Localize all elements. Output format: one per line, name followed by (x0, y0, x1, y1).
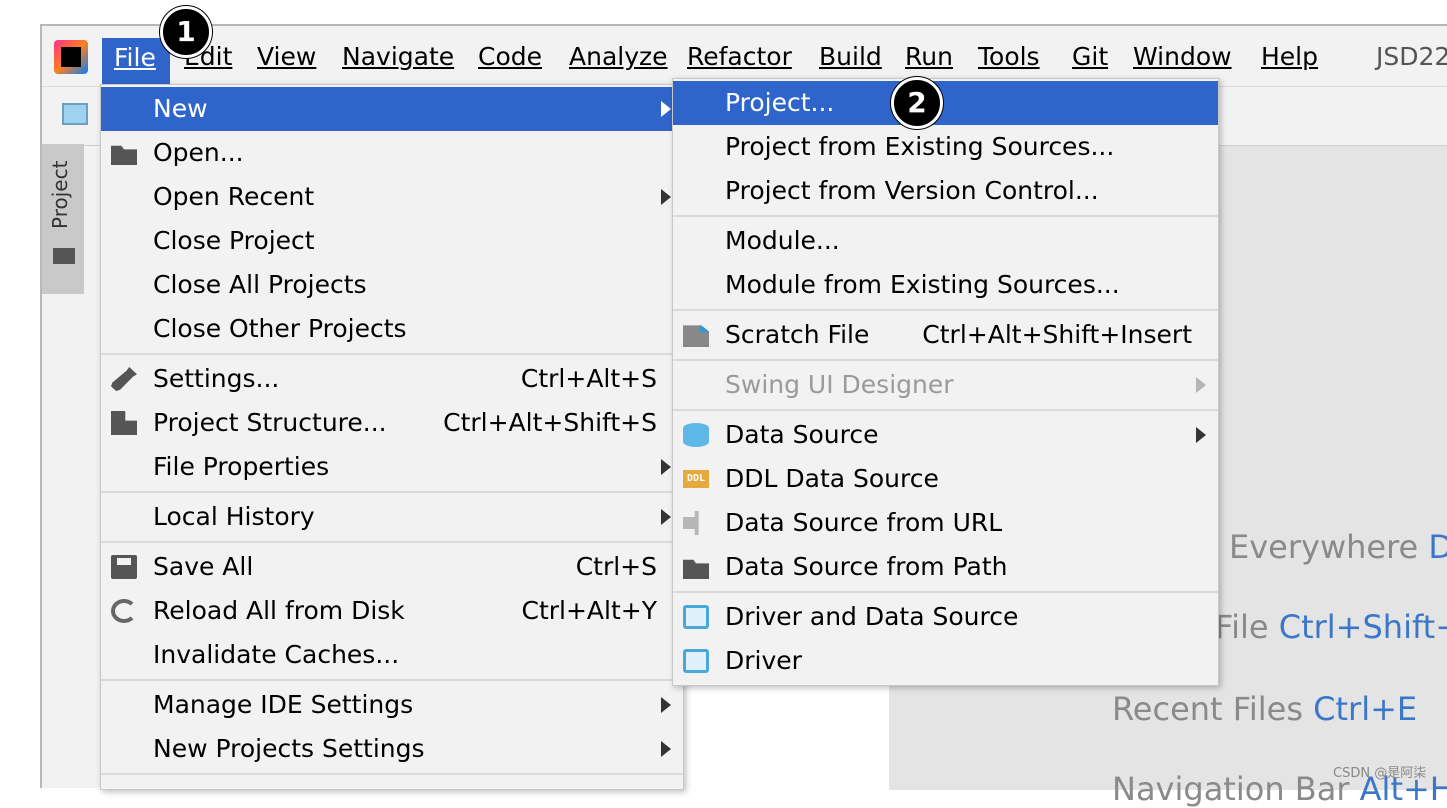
window-icon[interactable] (62, 103, 88, 125)
file-menu-open-recent[interactable]: Open Recent (101, 175, 683, 219)
folder-icon (53, 248, 75, 264)
menu-separator (101, 679, 683, 681)
menu-separator (673, 215, 1218, 217)
file-menu-new[interactable]: New (101, 87, 683, 131)
project-tool-window-stripe[interactable]: Project (42, 144, 84, 294)
menu-view[interactable]: View (257, 40, 316, 74)
menu-bar: File Edit View Navigate Code Analyze Ref… (42, 26, 1447, 86)
welcome-go-to-file: File Ctrl+Shift+ (1215, 608, 1447, 646)
new-menu-driver[interactable]: Driver (673, 639, 1218, 683)
submenu-arrow-icon (661, 741, 671, 757)
menu-window[interactable]: Window (1133, 40, 1232, 74)
submenu-arrow-icon (661, 189, 671, 205)
file-menu-settings[interactable]: Settings... Ctrl+Alt+S (101, 357, 683, 401)
new-menu-data-source-path[interactable]: Data Source from Path (673, 545, 1218, 589)
welcome-search-everywhere: Everywhere D (1229, 528, 1447, 566)
file-menu-reload-all[interactable]: Reload All from Disk Ctrl+Alt+Y (101, 589, 683, 633)
submenu-arrow-icon (661, 697, 671, 713)
file-menu: New Open... Open Recent Close Project Cl… (100, 84, 684, 790)
step-badge-2: 2 (891, 77, 943, 129)
watermark: CSDN @是阿柒 (1333, 766, 1427, 781)
project-structure-icon (111, 411, 137, 435)
file-menu-manage-ide-settings[interactable]: Manage IDE Settings (101, 683, 683, 727)
wrench-icon (111, 367, 137, 391)
new-menu-driver-and-data-source[interactable]: Driver and Data Source (673, 595, 1218, 639)
new-menu-scratch-file[interactable]: Scratch File Ctrl+Alt+Shift+Insert (673, 313, 1218, 357)
file-menu-invalidate-caches[interactable]: Invalidate Caches... (101, 633, 683, 677)
new-submenu: Project... Project from Existing Sources… (672, 78, 1219, 686)
plug-icon (683, 511, 699, 535)
menu-separator (101, 353, 683, 355)
file-menu-save-all[interactable]: Save All Ctrl+S (101, 545, 683, 589)
menu-separator (673, 359, 1218, 361)
menu-tools[interactable]: Tools (978, 40, 1040, 74)
new-menu-data-source[interactable]: Data Source (673, 413, 1218, 457)
new-menu-data-source-url[interactable]: Data Source from URL (673, 501, 1218, 545)
new-menu-ddl-data-source[interactable]: DDL DDL Data Source (673, 457, 1218, 501)
new-menu-project-version-control[interactable]: Project from Version Control... (673, 169, 1218, 213)
ddl-icon: DDL (683, 470, 709, 488)
file-menu-close-other-projects[interactable]: Close Other Projects (101, 307, 683, 351)
database-icon (683, 423, 709, 447)
menu-separator (101, 541, 683, 543)
new-menu-project-existing-sources[interactable]: Project from Existing Sources... (673, 125, 1218, 169)
menu-git[interactable]: Git (1072, 40, 1108, 74)
new-menu-project[interactable]: Project... (673, 81, 1218, 125)
new-menu-module-existing-sources[interactable]: Module from Existing Sources... (673, 263, 1218, 307)
menu-file[interactable]: File (102, 38, 170, 86)
welcome-recent-files: Recent Files Ctrl+E (1112, 690, 1418, 728)
file-menu-close-all-projects[interactable]: Close All Projects (101, 263, 683, 307)
new-menu-swing-ui-designer[interactable]: Swing UI Designer (673, 363, 1218, 407)
submenu-arrow-icon (661, 101, 671, 117)
menu-separator (673, 591, 1218, 593)
menu-navigate[interactable]: Navigate (342, 40, 454, 74)
submenu-arrow-icon (1196, 377, 1206, 393)
step-badge-1: 1 (160, 6, 212, 58)
menu-refactor[interactable]: Refactor (687, 40, 792, 74)
menu-run[interactable]: Run (905, 40, 953, 74)
driver-icon (683, 649, 709, 673)
menu-separator (673, 309, 1218, 311)
intellij-logo-icon (54, 40, 88, 74)
submenu-arrow-icon (661, 509, 671, 525)
submenu-arrow-icon (1196, 427, 1206, 443)
menu-separator (101, 773, 683, 775)
file-menu-new-projects-settings[interactable]: New Projects Settings (101, 727, 683, 771)
sidebar-project-label: Project (48, 160, 72, 230)
menu-code[interactable]: Code (478, 40, 542, 74)
menu-separator (101, 491, 683, 493)
new-menu-module[interactable]: Module... (673, 219, 1218, 263)
menu-help[interactable]: Help (1261, 40, 1318, 74)
scratch-file-icon (683, 325, 709, 347)
file-menu-project-structure[interactable]: Project Structure... Ctrl+Alt+Shift+S (101, 401, 683, 445)
file-menu-local-history[interactable]: Local History (101, 495, 683, 539)
menu-build[interactable]: Build (819, 40, 882, 74)
reload-icon (111, 599, 137, 623)
file-menu-open[interactable]: Open... (101, 131, 683, 175)
save-icon (111, 555, 137, 579)
project-title: JSD22 (1376, 42, 1447, 71)
open-folder-icon (111, 145, 137, 165)
menu-separator (673, 409, 1218, 411)
menu-analyze[interactable]: Analyze (569, 40, 668, 74)
submenu-arrow-icon (661, 459, 671, 475)
driver-icon (683, 605, 709, 629)
file-menu-close-project[interactable]: Close Project (101, 219, 683, 263)
open-folder-icon (683, 559, 709, 579)
file-menu-file-properties[interactable]: File Properties (101, 445, 683, 489)
